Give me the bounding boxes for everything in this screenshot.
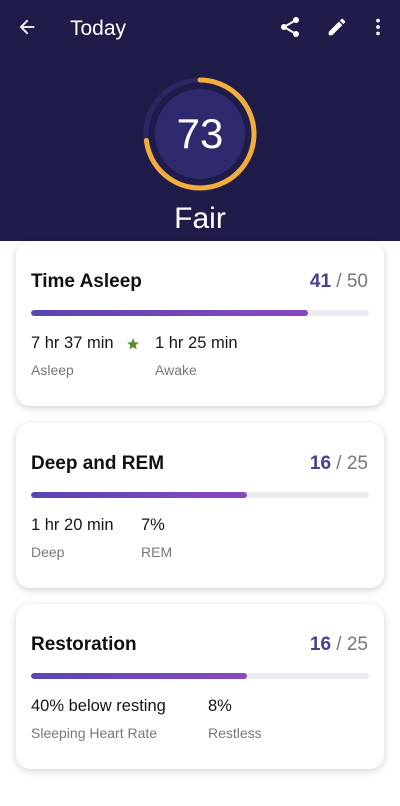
sleep-score-label: Fair <box>174 202 226 235</box>
share-button[interactable] <box>275 14 305 44</box>
star-icon <box>126 337 140 351</box>
stat-label-deep: Deep <box>31 544 65 560</box>
stat-label-rem: REM <box>141 544 173 560</box>
progress-fill <box>31 310 309 316</box>
card-deep-and-rem[interactable]: Deep and REM 16 / 25 1 hr 20 min Deep 7%… <box>16 423 384 588</box>
pencil-icon <box>326 16 348 43</box>
score-max: 50 <box>346 271 368 292</box>
score-max: 25 <box>346 634 368 655</box>
stat-label-awake: Awake <box>155 362 197 378</box>
score-earned: 41 <box>309 271 332 292</box>
stat-value-rem: 7% <box>141 516 165 534</box>
arrow-left-icon <box>16 16 38 43</box>
sleep-score-ring: 73 <box>140 74 260 194</box>
card-restoration[interactable]: Restoration 16 / 25 40% below resting Sl… <box>16 604 384 769</box>
score-earned: 16 <box>309 453 332 474</box>
card-title: Time Asleep <box>31 271 142 292</box>
stat-label-asleep: Asleep <box>31 362 74 378</box>
card-score: 16 / 25 <box>309 453 368 474</box>
more-vertical-icon <box>367 16 389 43</box>
page-title: Today <box>70 17 127 40</box>
card-score: 16 / 25 <box>309 634 368 655</box>
score-earned: 16 <box>309 634 332 655</box>
card-title: Deep and REM <box>31 453 165 474</box>
stat-value-deep: 1 hr 20 min <box>31 516 114 534</box>
progress-fill <box>31 492 248 498</box>
edit-button[interactable] <box>322 14 352 44</box>
card-time-asleep[interactable]: Time Asleep 41 / 50 7 hr 37 min Asleep 1… <box>16 241 384 406</box>
stat-value-text: 7 hr 37 min <box>31 334 114 352</box>
more-options-button[interactable] <box>363 14 393 44</box>
card-title: Restoration <box>31 634 137 655</box>
progress-bar <box>31 492 369 498</box>
progress-bar <box>31 673 369 679</box>
stat-value-restless: 8% <box>208 697 232 715</box>
progress-bar <box>31 310 369 316</box>
share-icon <box>278 15 302 44</box>
stat-label-sleeping-heart-rate: Sleeping Heart Rate <box>31 725 158 741</box>
stat-label-restless: Restless <box>208 725 262 741</box>
back-button[interactable] <box>12 14 42 44</box>
sleep-score-value: 73 <box>176 110 224 157</box>
card-score: 41 / 50 <box>309 271 368 292</box>
progress-fill <box>31 673 248 679</box>
score-max: 25 <box>346 453 368 474</box>
stat-value-sleeping-heart-rate: 40% below resting <box>31 697 166 715</box>
stat-value-asleep: 7 hr 37 min <box>31 334 140 353</box>
stat-value-awake: 1 hr 25 min <box>155 334 238 352</box>
top-app-bar: Today <box>0 0 400 58</box>
